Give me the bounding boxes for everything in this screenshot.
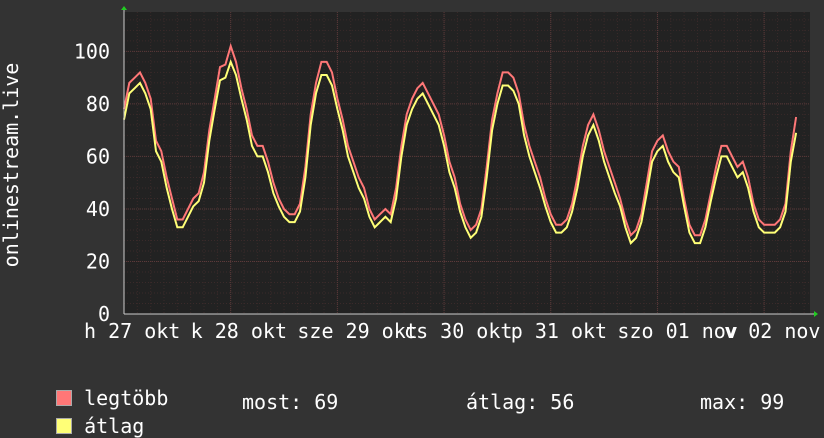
x-tick-label: szo 01 nov	[617, 319, 737, 343]
stat-current: most: 69	[242, 390, 339, 414]
x-tick-label: k 28 okt	[191, 319, 287, 343]
x-tick-label: cs 30 okt	[404, 319, 512, 343]
legend-item-avg: átlag	[32, 390, 144, 438]
x-tick-label: p 31 okt	[511, 319, 607, 343]
stat-average: átlag: 56	[466, 390, 575, 414]
y-tick-label: 20	[86, 249, 110, 273]
x-tick-label: sze 29 okt	[297, 319, 417, 343]
y-axis-arrow	[121, 6, 127, 10]
y-axis-label: onlinestream.live	[0, 63, 23, 268]
y-tick-label: 100	[74, 39, 110, 63]
x-tick-label: v 02 nov	[724, 319, 820, 343]
y-tick-label: 40	[86, 197, 110, 221]
legend-swatch-avg	[56, 418, 73, 434]
legend-label-avg: átlag	[84, 414, 145, 438]
legend-item-max: legtöbb	[32, 362, 168, 410]
stat-max: max: 99	[700, 390, 785, 414]
y-tick-label: 60	[86, 144, 110, 168]
x-tick-label: h 27 okt	[84, 319, 180, 343]
y-tick-label: 80	[86, 92, 110, 116]
x-axis-arrow	[814, 311, 818, 317]
